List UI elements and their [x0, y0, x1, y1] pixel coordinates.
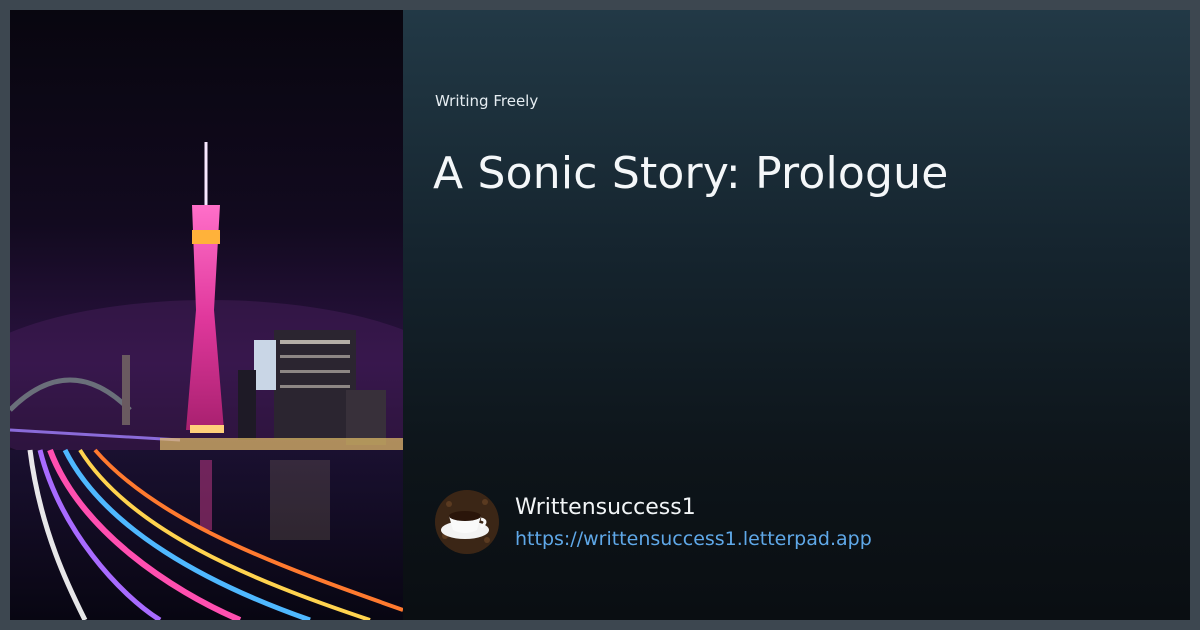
author-name[interactable]: Writtensuccess1	[515, 495, 872, 520]
preview-card[interactable]: Writing Freely A Sonic Story: Prologue W…	[10, 10, 1190, 620]
site-name: Writing Freely	[435, 92, 539, 110]
hero-image	[10, 10, 403, 620]
post-title[interactable]: A Sonic Story: Prologue	[433, 148, 949, 199]
tower-shape	[186, 142, 224, 433]
author-text: Writtensuccess1 https://writtensuccess1.…	[515, 495, 872, 550]
author-url-link[interactable]: https://writtensuccess1.letterpad.app	[515, 528, 872, 550]
city-night-illustration	[10, 142, 403, 620]
author-block: Writtensuccess1 https://writtensuccess1.…	[435, 490, 872, 554]
card-content: Writing Freely A Sonic Story: Prologue W…	[403, 10, 1190, 620]
coffee-cup-icon	[435, 490, 499, 554]
